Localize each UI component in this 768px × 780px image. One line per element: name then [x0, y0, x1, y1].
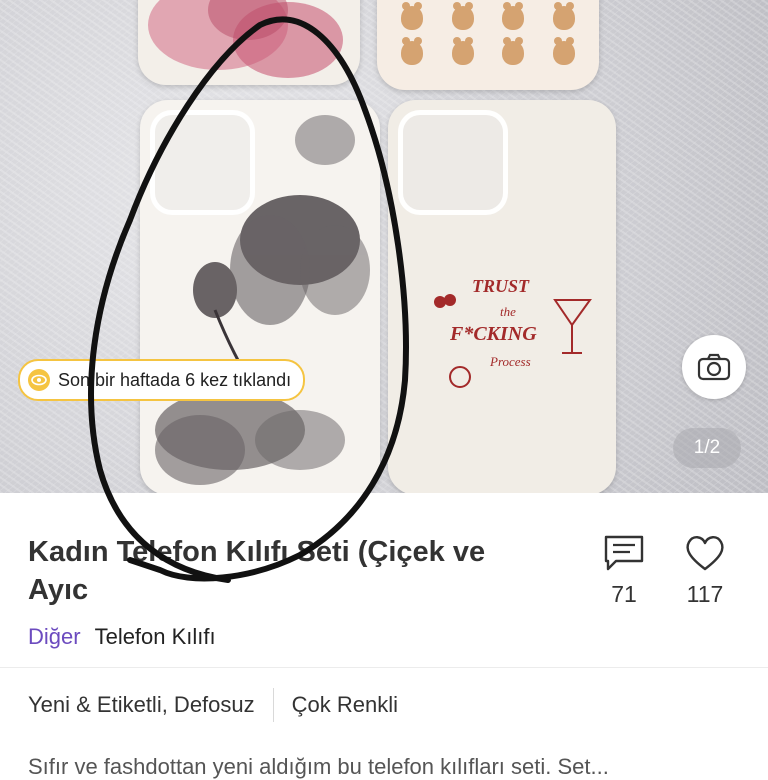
comment-icon [604, 535, 644, 571]
likes-count: 117 [686, 581, 724, 607]
condition-label: Yeni & Etiketli, Defosuz [28, 692, 255, 717]
divider [0, 667, 768, 668]
svg-text:TRUST: TRUST [472, 276, 530, 296]
product-description: Sıfır ve fashdottan yeni aldığım bu tele… [28, 754, 609, 779]
comments-count: 71 [611, 581, 637, 607]
color-label: Çok Renkli [291, 692, 399, 717]
case-black-floral [140, 100, 380, 493]
svg-text:the: the [500, 304, 516, 319]
case-pink-floral [138, 0, 360, 85]
attributes-row: Yeni & Etiketli, Defosuz Çok Renkli [28, 688, 398, 722]
category-sub-link[interactable]: Telefon Kılıfı [95, 624, 216, 650]
product-photo[interactable]: TRUST the F*CKING Process Son bir haftad… [0, 0, 768, 493]
category-main-link[interactable]: Diğer [28, 624, 81, 650]
heart-icon [686, 536, 724, 571]
camera-icon [697, 353, 731, 381]
svg-text:Process: Process [489, 354, 531, 369]
like-button[interactable]: 117 [673, 533, 737, 608]
click-count-badge: Son bir haftada 6 kez tıklandı [18, 359, 306, 401]
camera-button[interactable] [682, 335, 746, 399]
product-title: Kadın Telefon Kılıfı Seti (Çiçek ve Ayıc [28, 536, 486, 606]
camera-cutout [398, 110, 508, 215]
badge-text: Son bir haftada 6 kez tıklandı [58, 369, 292, 390]
image-pager: 1/2 [673, 428, 741, 468]
case-bear-pattern [377, 0, 599, 90]
eye-icon [28, 369, 50, 391]
pink-flower-graphic [148, 0, 343, 78]
quote-graphic: TRUST the F*CKING Process [420, 270, 595, 400]
svg-text:F*CKING: F*CKING [449, 323, 537, 345]
comments-button[interactable]: 71 [592, 533, 656, 608]
black-flower-graphic [155, 115, 370, 485]
category-breadcrumb: Diğer Telefon Kılıfı [28, 624, 216, 650]
separator [272, 688, 274, 722]
